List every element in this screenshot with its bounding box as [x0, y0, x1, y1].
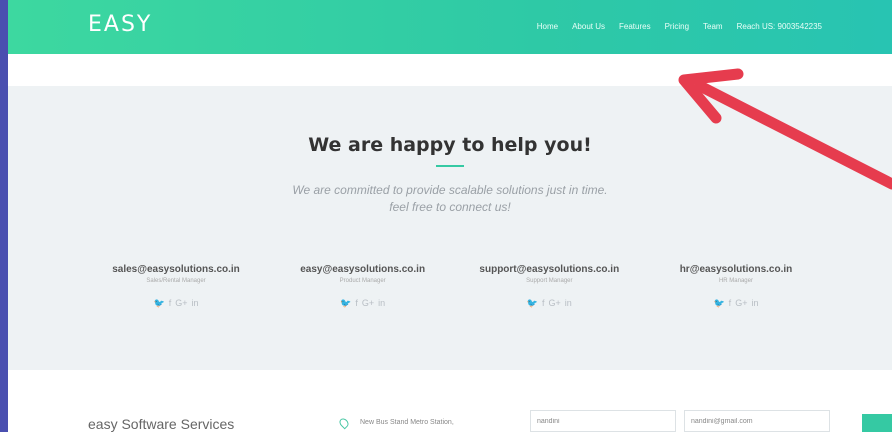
email-input[interactable]	[684, 410, 830, 432]
linkedin-icon[interactable]: in	[191, 298, 198, 309]
browser-page: EASY Home About Us Features Pricing Team…	[8, 0, 892, 432]
nav-link-team[interactable]: Team	[703, 22, 723, 31]
facebook-icon[interactable]: f	[542, 298, 545, 309]
twitter-icon[interactable]: 🐦	[153, 298, 164, 309]
nav-link-about-us[interactable]: About Us	[572, 22, 605, 31]
linkedin-icon[interactable]: in	[751, 298, 758, 309]
google-plus-icon[interactable]: G+	[735, 298, 747, 309]
spacer	[8, 54, 892, 86]
nav-link-features[interactable]: Features	[619, 22, 651, 31]
contact-list: sales@easysolutions.co.in Sales/Rental M…	[86, 264, 826, 309]
facebook-icon[interactable]: f	[355, 298, 358, 309]
send-button[interactable]	[862, 414, 892, 432]
social-links: 🐦 f G+ in	[646, 298, 826, 309]
linkedin-icon[interactable]: in	[378, 298, 385, 309]
company-address: New Bus Stand Metro Station,	[360, 419, 454, 426]
contact-card: support@easysolutions.co.in Support Mana…	[459, 264, 639, 309]
help-title: We are happy to help you!	[308, 134, 592, 156]
help-section: We are happy to help you! We are committ…	[8, 86, 892, 370]
help-subtitle-line2: feel free to connect us!	[389, 200, 511, 214]
title-divider	[436, 165, 464, 167]
brand-logo[interactable]: EASY	[88, 12, 152, 37]
nav-menu: Home About Us Features Pricing Team Reac…	[537, 22, 822, 31]
navbar: EASY Home About Us Features Pricing Team…	[8, 0, 892, 54]
social-links: 🐦 f G+ in	[86, 298, 266, 309]
contact-role: Sales/Rental Manager	[146, 278, 206, 284]
nav-link-reach-us[interactable]: Reach US: 9003542235	[737, 22, 822, 31]
linkedin-icon[interactable]: in	[565, 298, 572, 309]
twitter-icon[interactable]: 🐦	[527, 298, 538, 309]
contact-email[interactable]: sales@easysolutions.co.in	[86, 264, 266, 275]
facebook-icon[interactable]: f	[169, 298, 172, 309]
name-input[interactable]	[530, 410, 676, 432]
contact-card: sales@easysolutions.co.in Sales/Rental M…	[86, 264, 266, 309]
facebook-icon[interactable]: f	[729, 298, 732, 309]
contact-card: hr@easysolutions.co.in HR Manager 🐦 f G+…	[646, 264, 826, 309]
nav-link-home[interactable]: Home	[537, 22, 558, 31]
contact-email[interactable]: support@easysolutions.co.in	[459, 264, 639, 275]
contact-role: Product Manager	[339, 278, 386, 284]
contact-email[interactable]: hr@easysolutions.co.in	[646, 264, 826, 275]
nav-link-pricing[interactable]: Pricing	[665, 22, 689, 31]
google-plus-icon[interactable]: G+	[175, 298, 187, 309]
company-name: easy Software Services	[88, 416, 235, 432]
footer-section: easy Software Services New Bus Stand Met…	[8, 370, 892, 432]
twitter-icon[interactable]: 🐦	[340, 298, 351, 309]
contact-card: easy@easysolutions.co.in Product Manager…	[273, 264, 453, 309]
contact-role: HR Manager	[718, 278, 753, 284]
help-subtitle: We are committed to provide scalable sol…	[8, 182, 892, 216]
help-subtitle-line1: We are committed to provide scalable sol…	[292, 183, 608, 197]
twitter-icon[interactable]: 🐦	[713, 298, 724, 309]
google-plus-icon[interactable]: G+	[362, 298, 374, 309]
social-links: 🐦 f G+ in	[273, 298, 453, 309]
google-plus-icon[interactable]: G+	[549, 298, 561, 309]
social-links: 🐦 f G+ in	[459, 298, 639, 309]
contact-role: Support Manager	[526, 278, 573, 284]
location-pin-icon	[337, 416, 351, 430]
contact-email[interactable]: easy@easysolutions.co.in	[273, 264, 453, 275]
